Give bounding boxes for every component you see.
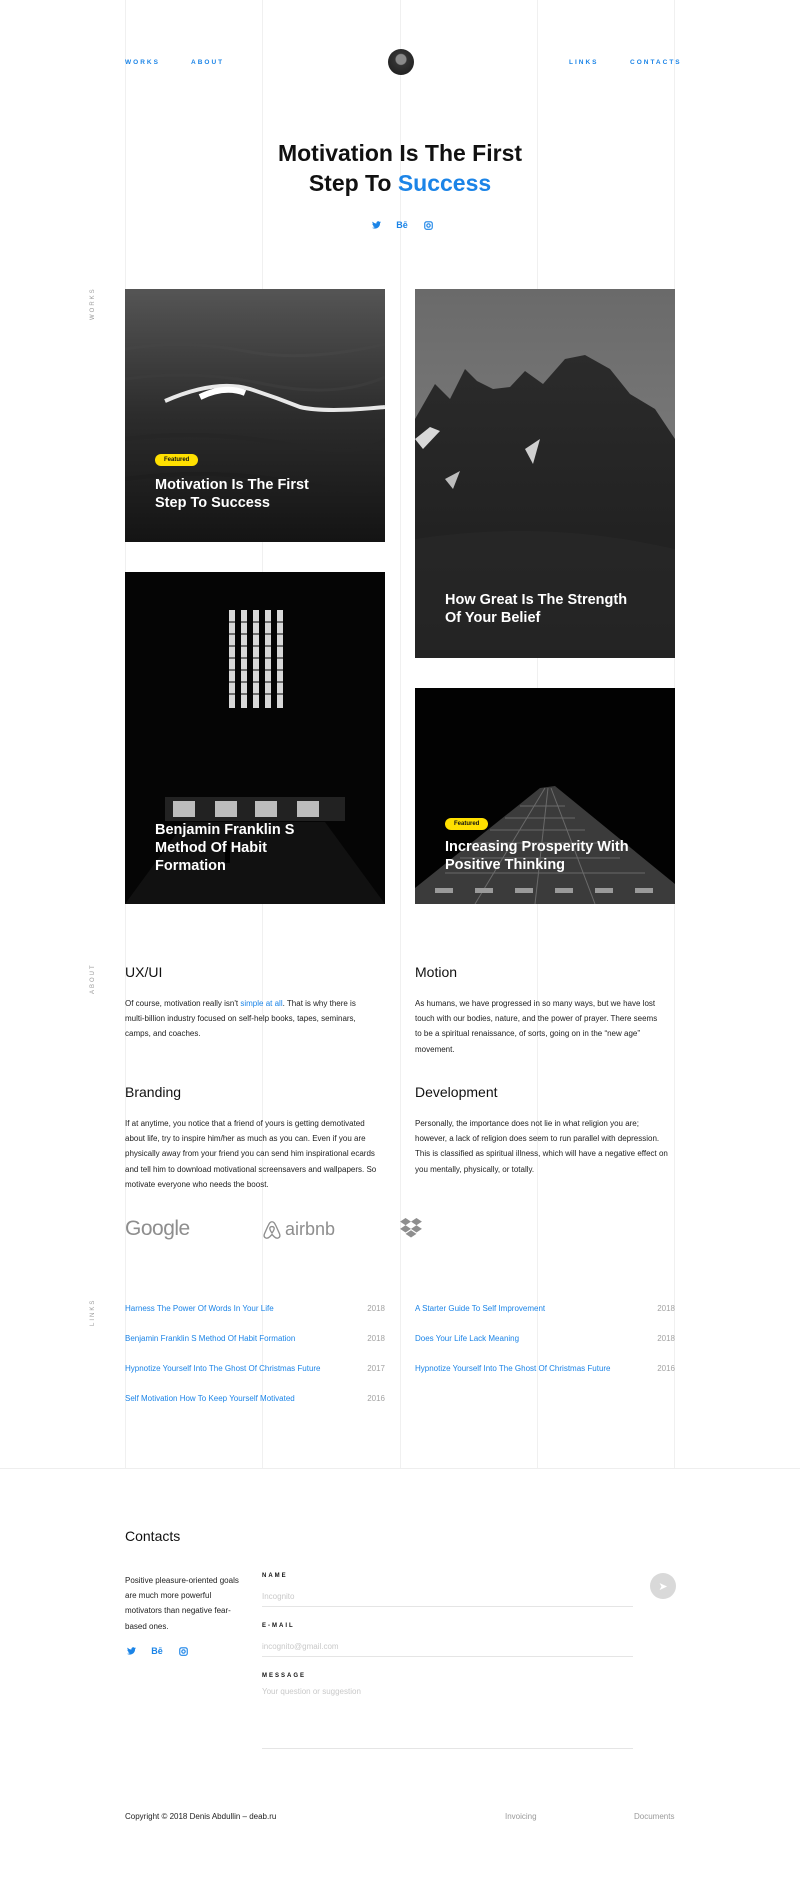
contacts-social-links: Bē [125,1645,189,1657]
page: WORKS ABOUT LINKS CONTACTS Motivation Is… [0,0,800,1895]
article-year: 2016 [657,1364,675,1373]
card-title: Benjamin Franklin S Method Of Habit Form… [155,822,295,874]
about-branding-text: If at anytime, you notice that a friend … [125,1119,377,1189]
send-button[interactable]: ➤ [650,1573,676,1599]
article-year: 2018 [657,1334,675,1343]
hero-social-links: Bē [370,219,434,231]
hero-title-line1: Motivation Is The First [277,140,523,166]
article-link[interactable]: Does Your Life Lack Meaning [415,1334,519,1343]
work-card[interactable]: Benjamin Franklin S Method Of Habit Form… [125,572,385,904]
about-motion-title: Motion [415,964,458,980]
hero-title: Motivation Is The First Step To Success [200,138,600,198]
card-title: How Great Is The Strength Of Your Belief [445,592,628,626]
message-label: MESSAGE [262,1673,307,1679]
side-label-links: LINKS [90,1298,96,1326]
hero-title-accent: Success [397,170,492,196]
nav-contacts[interactable]: CONTACTS [630,59,682,66]
about-uxui-text: Of course, motivation really isn't simpl… [125,996,375,1042]
about-uxui-text-pre: Of course, motivation really isn't [125,999,241,1008]
about-development-title: Development [415,1084,498,1100]
article-year: 2018 [367,1334,385,1343]
article-link[interactable]: Self Motivation How To Keep Yourself Mot… [125,1394,295,1403]
article-link[interactable]: A Starter Guide To Self Improvement [415,1304,545,1313]
about-uxui-title: UX/UI [125,964,163,980]
email-label: E-MAIL [262,1623,295,1629]
nav-links[interactable]: LINKS [569,59,599,66]
nav-about[interactable]: ABOUT [191,59,224,66]
article-link[interactable]: Hypnotize Yourself Into The Ghost Of Chr… [415,1364,611,1373]
airbnb-wordmark: airbnb [285,1219,336,1239]
about-motion-text: As humans, we have progressed in so many… [415,999,658,1054]
nav-works[interactable]: WORKS [125,59,160,66]
article-year: 2018 [657,1304,675,1313]
article-year: 2016 [367,1394,385,1403]
article-year: 2017 [367,1364,385,1373]
instagram-icon[interactable] [422,219,434,231]
about-development-text: Personally, the importance does not lie … [415,1119,668,1174]
featured-badge: Featured [445,818,489,830]
featured-badge: Featured [155,454,199,466]
footer-invoicing-link[interactable]: Invoicing [505,1812,537,1821]
instagram-icon[interactable] [177,1645,189,1657]
twitter-icon[interactable] [125,1645,137,1657]
name-label: NAME [262,1573,288,1579]
article-year: 2018 [367,1304,385,1313]
hero-title-line2: Step To Success [200,168,600,198]
about-branding-title: Branding [125,1084,182,1100]
airbnb-logo: airbnb [263,1219,335,1240]
card-title: Motivation Is The First Step To Success [155,477,309,511]
dropbox-logo [400,1218,422,1243]
article-link[interactable]: Hypnotize Yourself Into The Ghost Of Chr… [125,1364,321,1373]
side-label-works: WORKS [90,287,96,320]
avatar[interactable] [388,49,414,75]
article-link[interactable]: Benjamin Franklin S Method Of Habit Form… [125,1334,295,1343]
airbnb-icon [263,1220,281,1239]
name-input[interactable] [262,1587,633,1607]
hero-title-line2-pre: Step To [308,170,398,196]
side-label-about: ABOUT [90,963,96,994]
behance-icon[interactable]: Bē [396,219,408,231]
work-card[interactable]: Featured Increasing Prosperity With Posi… [415,688,675,904]
email-input[interactable] [262,1637,633,1657]
dropbox-icon [400,1218,422,1238]
copyright-text: Copyright © 2018 Denis Abdullin – deab.r… [125,1812,277,1821]
article-link[interactable]: Harness The Power Of Words In Your Life [125,1304,274,1313]
twitter-icon[interactable] [370,219,382,231]
simple-at-all-link[interactable]: simple at all [240,999,282,1008]
card-title: Increasing Prosperity With Positive Thin… [445,839,629,873]
work-card[interactable]: Featured Motivation Is The First Step To… [125,289,385,542]
message-textarea[interactable] [262,1687,633,1749]
work-card[interactable]: How Great Is The Strength Of Your Belief [415,289,675,658]
contacts-text: Positive pleasure-oriented goals are muc… [125,1576,239,1631]
footer-documents-link[interactable]: Documents [634,1812,674,1821]
google-logo: Google [125,1217,190,1240]
section-divider [0,1468,800,1469]
contacts-title: Contacts [125,1528,181,1544]
behance-icon[interactable]: Bē [151,1645,163,1657]
